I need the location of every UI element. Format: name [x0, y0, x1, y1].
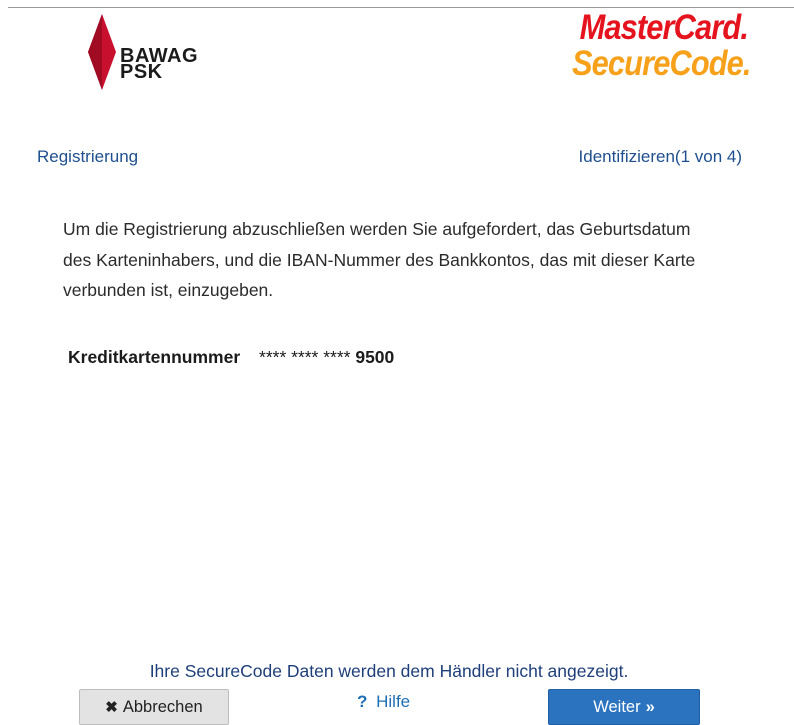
double-chevron-right-icon: » — [645, 697, 655, 716]
cancel-button-label: Abbrechen — [122, 697, 203, 716]
privacy-notice: Ihre SecureCode Daten werden dem Händler… — [0, 661, 794, 682]
next-button-label: Weiter — [593, 697, 641, 716]
step-indicator: Identifizieren(1 von 4) — [578, 147, 742, 166]
help-link[interactable]: ? Hilfe — [357, 692, 410, 712]
bawag-mark-icon — [88, 14, 116, 90]
bawag-psk-logo: BAWAG PSK — [80, 10, 250, 90]
next-button[interactable]: Weiter » — [548, 689, 700, 725]
card-number-row: Kreditkartennummer **** **** **** 9500 — [68, 347, 394, 368]
mastercard-wordmark: MasterCard. — [579, 8, 749, 47]
intro-text: Um die Registrierung abzuschließen werde… — [63, 219, 696, 300]
section-title: Registrierung — [37, 147, 139, 166]
card-number-masked: **** **** **** — [259, 347, 351, 367]
bawag-psk-wordmark: BAWAG PSK — [120, 46, 198, 82]
cancel-button[interactable]: ✖ Abbrechen — [79, 689, 229, 725]
mastercard-securecode-logo: MasterCard. SecureCode. — [548, 8, 751, 88]
securecode-wordmark: SecureCode. — [572, 44, 751, 83]
privacy-notice-text: Ihre SecureCode Daten werden dem Händler… — [149, 661, 629, 681]
card-number-label: Kreditkartennummer — [68, 347, 241, 367]
help-link-label: Hilfe — [376, 692, 411, 711]
card-number-last-digits: 9500 — [355, 347, 395, 367]
question-mark-icon: ? — [357, 692, 368, 711]
close-icon: ✖ — [105, 699, 118, 716]
